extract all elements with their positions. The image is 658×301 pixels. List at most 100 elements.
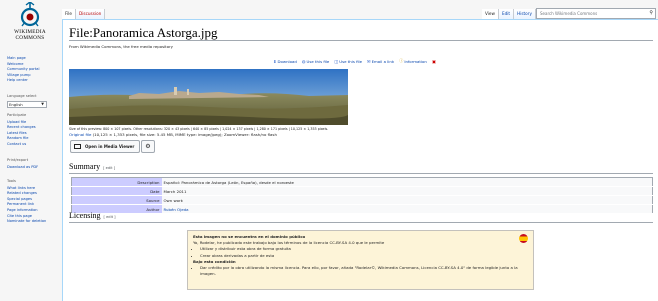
table-row: Description Español: Panorámica de Astor… [71,177,653,187]
navigation-portal: Main page Welcome Community portal Villa… [7,56,40,84]
site-subtitle: From Wikimedia Commons, the free media r… [69,44,173,49]
globe-icon: ◍ [301,58,306,64]
heading-divider [69,40,653,41]
media-viewer-icon [74,144,81,149]
sidebar-item-main-page[interactable]: Main page [7,56,26,60]
information-label: Information [404,58,427,64]
summary-label-date: Date [71,186,162,196]
sidebar-item-random-file[interactable]: Random file [7,136,29,140]
sidebar-item-download-pdf[interactable]: Download as PDF [7,165,38,169]
original-file-link[interactable]: Original file [69,132,91,137]
language-heading: Language select [7,94,37,98]
sidebar: WIKIMEDIA COMMONS Main page Welcome Comm… [0,0,62,301]
view-tabs: View Edit History [482,9,536,19]
email-link-button[interactable]: ✉ Email a link [367,58,394,64]
pdf-button[interactable]: ▣ [432,58,436,64]
panorama-image[interactable] [69,69,348,125]
information-button[interactable]: ⓘ Information [399,58,427,64]
gear-icon: ⚙ [145,143,151,150]
tab-view[interactable]: View [482,9,499,19]
tab-file[interactable]: File [62,9,77,19]
language-select-value: English [9,101,23,107]
search-placeholder: Search Wikimedia Commons [540,11,598,16]
use-file-web-label: Use this file [306,58,330,64]
sidebar-item-cite-page[interactable]: Cite this page [7,214,32,218]
summary-edit-link[interactable]: [ edit ] [103,166,115,170]
print-heading: Print/export [7,158,29,162]
licensing-heading: Licensing[ edit ] [69,211,116,220]
licensing-divider [69,222,653,223]
tab-edit[interactable]: Edit [498,9,515,19]
summary-value-date: March 2011 [163,188,187,194]
license-conditions-list: Dar crédito por la obra utilizando la mi… [193,265,528,277]
sidebar-item-permanent-link[interactable]: Permanent link [7,202,34,206]
download-button[interactable]: ⬇ Download [273,58,297,64]
email-link-label: Email a link [371,58,395,64]
license-box: Esta imagen no se encuentra en el domini… [187,230,534,290]
search-icon[interactable]: ⚲ [649,9,653,18]
namespace-tabs: File Discussion [62,9,106,19]
tools-portal: Tools What links here Related changes Sp… [7,179,46,225]
use-file-wiki-label: Use this file [339,58,363,64]
list-item: Dar crédito por la obra utilizando la mi… [200,265,528,277]
summary-table: Description Español: Panorámica de Astor… [71,177,653,214]
summary-heading: Summary[ edit ] [69,162,115,171]
licensing-heading-text: Licensing [69,211,101,220]
license-permissions-list: Utilizar y distribuir esta obra de forma… [193,246,528,258]
panorama-preview [69,69,348,125]
email-icon: ✉ [367,58,371,64]
summary-divider [69,173,653,174]
page-title: File:Panoramica Astorga.jpg [69,25,218,40]
summary-value-source: Own work [163,197,183,203]
file-info: Original file (10,125 × 1,353 pixels, fi… [69,132,277,137]
wiki-icon: ◫ [334,58,339,64]
tab-history[interactable]: History [514,9,536,19]
licensing-edit-link[interactable]: [ edit ] [104,215,116,219]
use-file-web-button[interactable]: ◍ Use this file [302,58,329,64]
participate-heading: Participate [7,113,27,117]
sidebar-item-special-pages[interactable]: Special pages [7,197,32,201]
sidebar-item-help-center[interactable]: Help center [7,78,28,82]
download-label: Download [277,58,297,64]
sidebar-item-nominate-deletion[interactable]: Nominate for deletion [7,219,46,223]
wikimedia-commons-logo[interactable]: WIKIMEDIA COMMONS [9,2,51,47]
navigation-list: Main page Welcome Community portal Villa… [7,56,40,84]
spain-flag-icon [519,234,528,243]
media-viewer-label: Open in Media Viewer [85,144,135,149]
summary-label-description: Description [71,177,162,187]
search-input[interactable]: Search Wikimedia Commons ⚲ [536,8,656,19]
sidebar-item-page-information[interactable]: Page information [7,208,38,212]
preview-sizes: Size of this preview: 800 × 107 pixels. … [69,127,329,131]
table-row: Date March 2011 [71,186,653,196]
summary-value-description: Español: Panorámica de Astorga (León, Es… [163,179,294,185]
info-icon: ⓘ [399,58,404,63]
chevron-down-icon: ▼ [41,101,44,106]
sidebar-item-upload-file[interactable]: Upload file [7,120,26,124]
open-media-viewer-button[interactable]: Open in Media Viewer [70,140,140,153]
media-viewer-settings-button[interactable]: ⚙ [141,140,155,153]
logo-text-commons: COMMONS [15,35,45,41]
summary-label-source: Source [71,195,162,205]
main-content: File:Panoramica Astorga.jpg From Wikimed… [62,19,658,301]
sidebar-item-latest-files[interactable]: Latest files [7,131,27,135]
sidebar-item-village-pump[interactable]: Village pump [7,73,31,77]
tools-heading: Tools [7,179,16,183]
tab-discussion[interactable]: Discussion [76,9,106,19]
sidebar-item-community-portal[interactable]: Community portal [7,67,40,71]
original-file-details: (10,125 × 1,353 pixels, file size: 5.45 … [92,132,277,137]
table-row: Source Own work [71,195,653,205]
language-portal: Language select English ▼ [7,94,47,108]
sidebar-item-related-changes[interactable]: Related changes [7,191,37,195]
use-file-wiki-button[interactable]: ◫ Use this file [334,58,362,64]
sidebar-item-contact-us[interactable]: Contact us [7,142,26,146]
sidebar-item-what-links-here[interactable]: What links here [7,186,35,190]
participate-portal: Participate Upload file Recent changes L… [7,113,36,148]
sidebar-item-recent-changes[interactable]: Recent changes [7,125,36,129]
pdf-icon: ▣ [431,58,436,64]
print-portal: Print/export Download as PDF [7,158,38,170]
download-icon: ⬇ [273,58,277,64]
sidebar-item-welcome[interactable]: Welcome [7,62,23,66]
language-select[interactable]: English ▼ [7,100,47,108]
author-link[interactable]: Rubén Ojeda [164,207,189,212]
table-row: Author Rubén Ojeda [71,204,653,214]
